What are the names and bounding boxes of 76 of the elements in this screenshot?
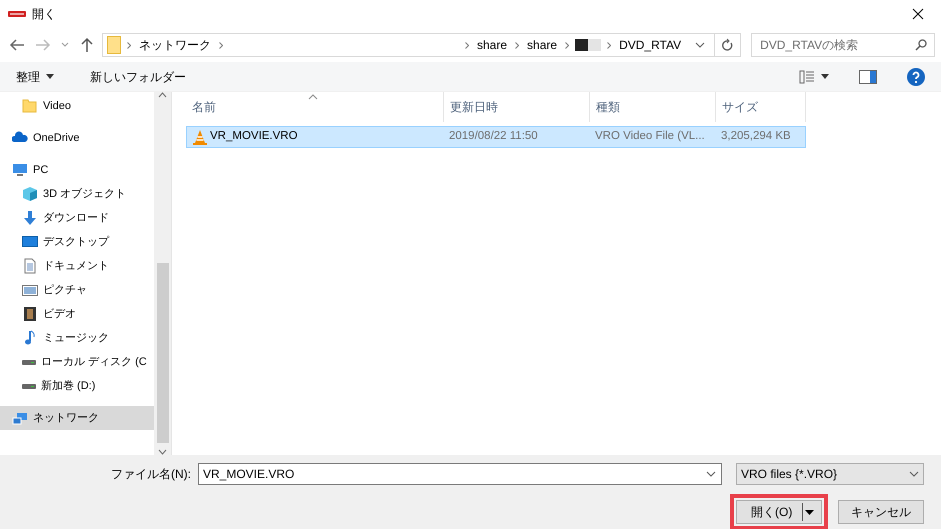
sidebar-item[interactable]: ローカル ディスク (C xyxy=(0,350,154,374)
back-icon xyxy=(9,37,25,53)
column-header[interactable]: 種類 xyxy=(590,92,716,122)
file-type-dropdown[interactable]: VRO files {*.VRO} xyxy=(736,463,924,485)
sidebar-item[interactable]: ビデオ xyxy=(0,302,154,326)
chevron-down-icon[interactable] xyxy=(706,470,716,478)
column-header[interactable]: サイズ xyxy=(716,92,806,122)
column-header[interactable]: 名前 xyxy=(186,92,444,122)
preview-pane-icon xyxy=(859,70,877,84)
scroll-down-icon[interactable] xyxy=(158,449,167,455)
chevron-right-icon xyxy=(127,42,131,48)
table-cell-text: 3,205,294 KB xyxy=(720,129,792,144)
folder-icon xyxy=(107,36,121,54)
network-icon xyxy=(12,410,28,426)
new-folder-button[interactable]: 新しいフォルダー xyxy=(84,66,192,88)
download-arrow-icon xyxy=(22,210,38,226)
table-cell-text: 2019/08/22 11:50 xyxy=(448,129,539,144)
search-icon[interactable] xyxy=(915,39,927,51)
table-cell-text: VRO Video File (VL... xyxy=(594,129,706,144)
caret-icon xyxy=(821,74,829,79)
film-icon xyxy=(22,306,38,322)
chevron-right-icon xyxy=(219,42,223,48)
chevron-down-icon xyxy=(909,470,919,478)
column-header[interactable]: 更新日時 xyxy=(444,92,590,122)
breadcrumb-item[interactable]: share xyxy=(475,36,510,54)
breadcrumb-item[interactable]: share xyxy=(525,36,560,54)
scrollbar[interactable] xyxy=(154,92,171,455)
traffic-cone-icon xyxy=(193,129,207,145)
breadcrumb-item[interactable]: DVD_RTAV xyxy=(617,36,684,54)
close-icon xyxy=(912,8,924,20)
sidebar-item[interactable]: デスクトップ xyxy=(0,230,154,254)
document-icon xyxy=(22,258,38,274)
sidebar-item[interactable]: ピクチャ xyxy=(0,278,154,302)
drive-icon xyxy=(22,360,36,364)
sidebar-item[interactable]: ネットワーク xyxy=(0,406,154,430)
file-name: VR_MOVIE.VRO xyxy=(210,129,298,144)
breadcrumb-item[interactable]: ネットワーク xyxy=(137,36,213,54)
sidebar-item[interactable]: Video xyxy=(0,94,154,118)
app-icon xyxy=(8,9,26,19)
sidebar-item[interactable]: 新加巻 (D:) xyxy=(0,374,154,398)
redaction-mark xyxy=(575,39,602,51)
cube-icon xyxy=(22,186,38,202)
picture-icon xyxy=(22,282,38,298)
refresh-icon xyxy=(721,38,734,52)
filename-field[interactable]: VR_MOVIE.VRO xyxy=(198,463,722,485)
chevron-right-icon xyxy=(515,42,520,48)
monitor-icon xyxy=(12,162,28,178)
window-title: 開く xyxy=(32,6,56,23)
chevron-right-icon xyxy=(565,42,570,48)
sidebar-item[interactable]: ドキュメント xyxy=(0,254,154,278)
file-row[interactable]: VR_MOVIE.VRO 2019/08/22 11:50 VRO Video File (VL... 3,205,294 KB xyxy=(186,126,806,148)
drive-icon xyxy=(22,384,36,388)
desktop-icon xyxy=(22,234,38,250)
up-icon xyxy=(79,37,95,53)
cancel-button[interactable]: キャンセル xyxy=(838,500,924,524)
sidebar-item[interactable]: PC xyxy=(0,158,154,182)
search-field[interactable]: DVD_RTAVの検索 xyxy=(751,33,935,57)
chevron-right-icon xyxy=(607,42,612,48)
chevron-right-icon xyxy=(465,42,469,48)
filename-label: ファイル名(N): xyxy=(111,466,191,483)
chevron-down-icon[interactable] xyxy=(695,41,706,49)
forward-icon xyxy=(35,37,51,53)
sidebar-item[interactable]: ミュージック xyxy=(0,326,154,350)
help-icon xyxy=(907,68,925,86)
organize-menu-button[interactable]: 整理 xyxy=(10,66,60,88)
sidebar-item[interactable]: ダウンロード xyxy=(0,206,154,230)
open-split-button[interactable]: 開く(O) xyxy=(736,500,822,524)
sidebar-item[interactable]: 3D オブジェクト xyxy=(0,182,154,206)
folder-icon xyxy=(22,98,38,114)
list-view-icon xyxy=(799,70,815,84)
address-bar[interactable]: ネットワーク share share DVD_RTAV xyxy=(102,33,742,57)
caret-icon xyxy=(805,510,814,514)
scroll-up-icon[interactable] xyxy=(158,92,167,98)
caret-icon xyxy=(46,74,54,79)
scrollbar-thumb[interactable] xyxy=(156,263,168,443)
sidebar-item[interactable]: OneDrive xyxy=(0,126,154,150)
